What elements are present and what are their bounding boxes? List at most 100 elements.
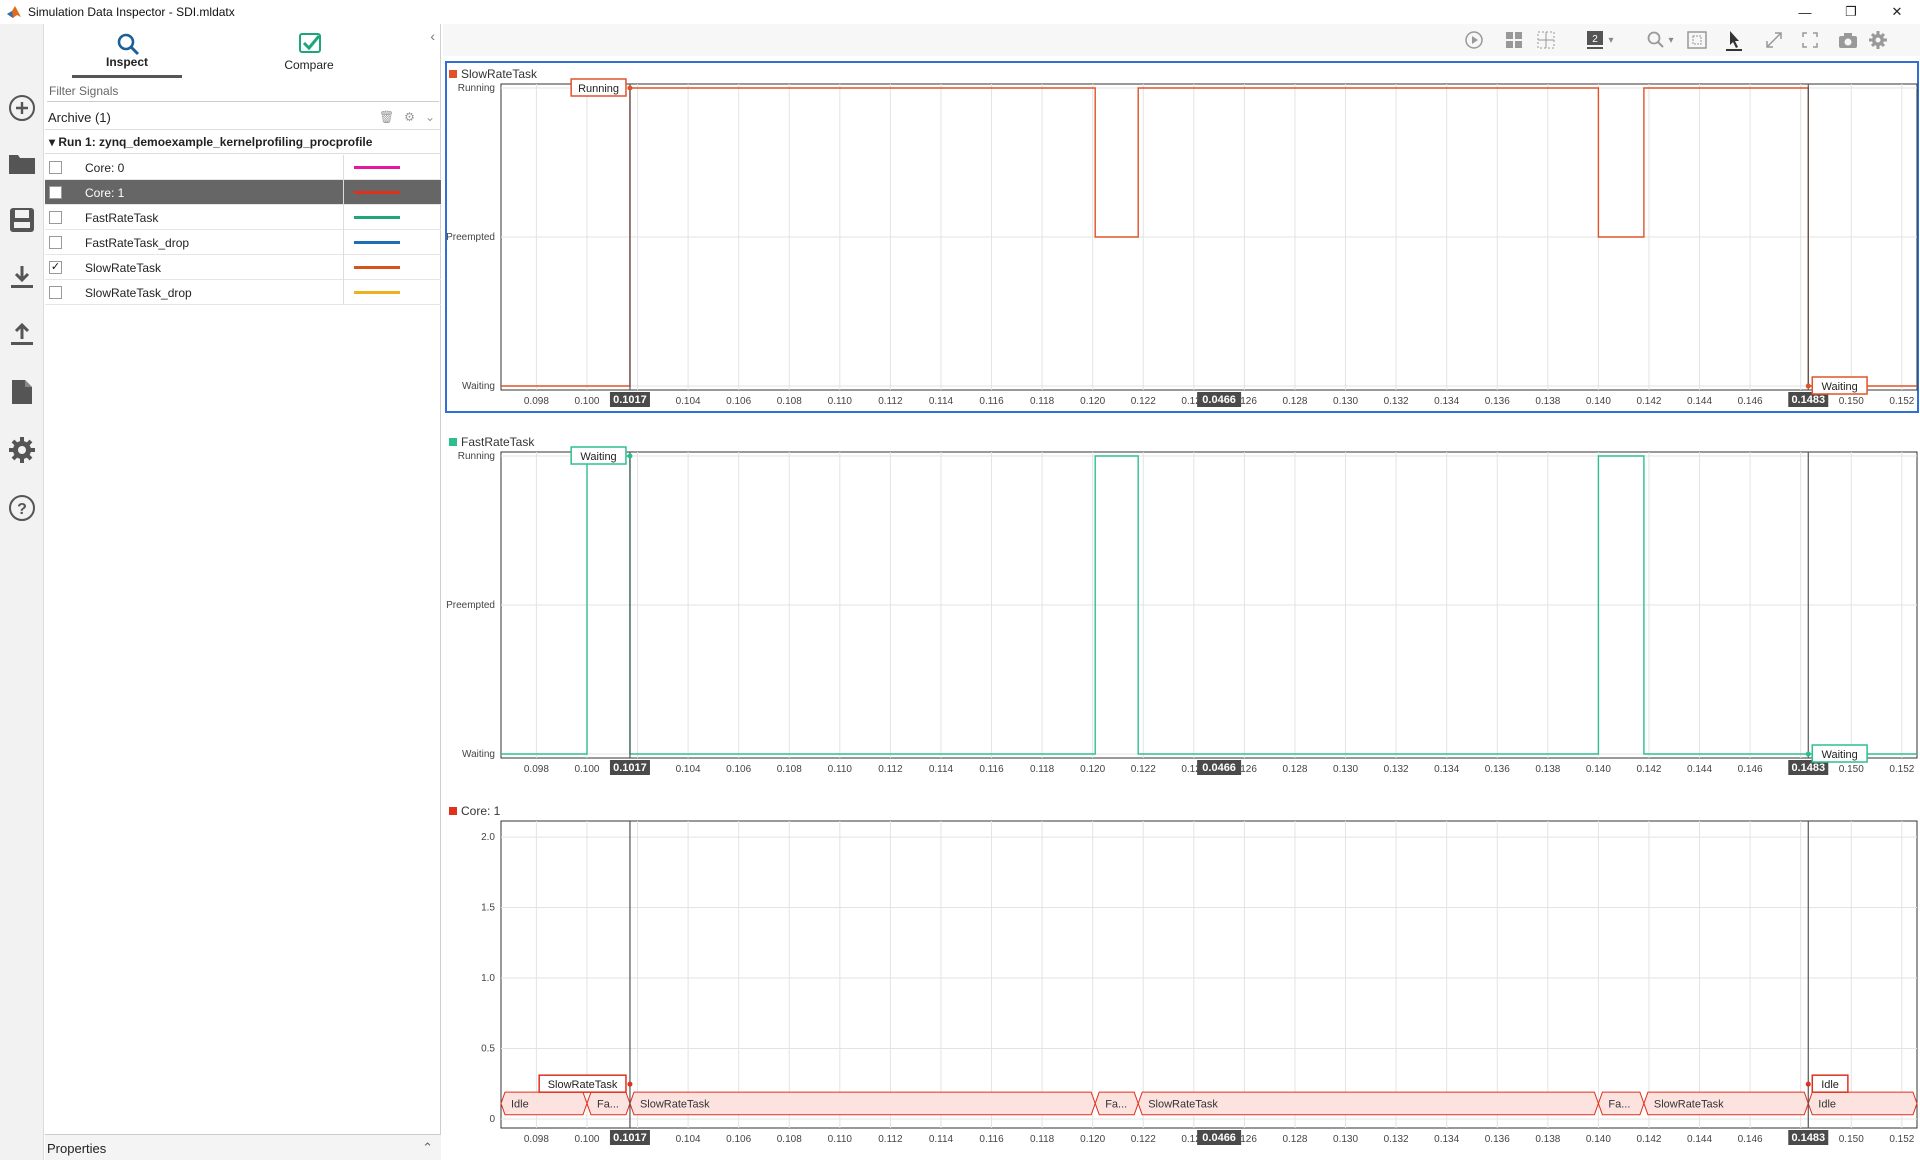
close-button[interactable]: ✕ <box>1874 0 1920 24</box>
x-tick-label: 0.118 <box>1030 396 1055 407</box>
x-tick-label: 0.134 <box>1434 764 1459 775</box>
signal-row[interactable]: Core: 1 <box>45 180 441 205</box>
x-tick-label: 0.138 <box>1535 396 1560 407</box>
x-tick-label: 0.118 <box>1030 764 1055 775</box>
chevron-down-icon[interactable]: ⌄ <box>425 110 435 124</box>
line-style-swatch[interactable] <box>354 191 400 194</box>
open-folder-icon[interactable] <box>6 148 38 180</box>
x-tick-label: 0.120 <box>1080 1134 1105 1145</box>
x-tick-label: 0.146 <box>1738 396 1763 407</box>
x-tick-label: 0.138 <box>1535 764 1560 775</box>
export-icon[interactable] <box>6 318 38 350</box>
y-tick-label: Waiting <box>462 381 495 392</box>
cursor-pointer-icon[interactable] <box>1723 30 1745 51</box>
line-style-swatch[interactable] <box>354 216 400 219</box>
chevron-down-icon[interactable]: ▾ <box>1665 30 1677 50</box>
x-tick-label: 0.098 <box>524 396 549 407</box>
svg-text:2: 2 <box>1592 34 1598 45</box>
cursor-marker <box>1805 1081 1811 1087</box>
line-style-swatch[interactable] <box>354 241 400 244</box>
signal-row[interactable]: Core: 0 <box>45 155 441 180</box>
x-tick-label: 0.114 <box>929 764 954 775</box>
expand-triangle-icon[interactable]: ▾ <box>49 135 55 149</box>
tab-inspect[interactable]: Inspect <box>72 28 182 78</box>
settings-gear-icon[interactable] <box>1867 30 1889 50</box>
signal-checkbox[interactable] <box>49 286 62 299</box>
chevron-up-icon[interactable]: ⌃ <box>422 1140 433 1156</box>
legend-swatch <box>449 438 457 446</box>
x-tick-label: 0.110 <box>828 1134 853 1145</box>
x-tick-label: 0.116 <box>979 1134 1004 1145</box>
x-tick-label: 0.100 <box>574 396 599 407</box>
restore-button[interactable]: ❐ <box>1828 0 1874 24</box>
x-tick-label: 0.112 <box>878 396 903 407</box>
signal-name: FastRateTask_drop <box>85 236 190 250</box>
import-icon[interactable] <box>6 261 38 293</box>
cursor-marker <box>627 453 633 459</box>
minimize-button[interactable]: — <box>1782 0 1828 24</box>
collapse-panel-icon[interactable]: ‹ <box>430 28 435 44</box>
signal-checkbox[interactable] <box>49 186 62 199</box>
signal-checkbox[interactable]: ✓ <box>49 261 62 274</box>
plot-title: SlowRateTask <box>461 67 538 81</box>
camera-icon[interactable] <box>1837 30 1859 50</box>
layout-grid-icon[interactable] <box>1503 30 1525 50</box>
x-tick-label: 0.140 <box>1586 1134 1611 1145</box>
plot-title: FastRateTask <box>461 435 535 449</box>
report-icon[interactable] <box>6 376 38 408</box>
signal-row[interactable]: ✓ SlowRateTask <box>45 255 441 280</box>
expand-icon[interactable] <box>1763 30 1785 50</box>
properties-panel-header[interactable]: Properties ⌃ <box>45 1134 441 1160</box>
trash-icon[interactable]: 🗑 <box>379 110 394 124</box>
x-tick-label: 0.130 <box>1333 396 1358 407</box>
stacked-plot-icon[interactable]: 2 <box>1585 30 1607 50</box>
signal-row[interactable]: SlowRateTask_drop <box>45 280 441 305</box>
chevron-down-icon[interactable]: ▾ <box>1605 30 1617 50</box>
x-tick-label: 0.130 <box>1333 1134 1358 1145</box>
save-icon[interactable] <box>6 204 38 236</box>
cursor-value-label: Waiting <box>1822 749 1858 761</box>
line-style-swatch[interactable] <box>354 166 400 169</box>
signal-checkbox[interactable] <box>49 236 62 249</box>
column-divider <box>343 205 344 230</box>
cursor-marker <box>627 85 633 91</box>
signal-checkbox[interactable] <box>49 161 62 174</box>
x-tick-label: 0.108 <box>777 764 802 775</box>
fullscreen-icon[interactable] <box>1799 30 1821 50</box>
x-tick-label: 0.114 <box>929 396 954 407</box>
properties-label: Properties <box>47 1141 107 1156</box>
zoom-icon[interactable] <box>1645 30 1667 50</box>
run-row[interactable]: ▾ Run 1: zynq_demoexample_kernelprofilin… <box>45 130 441 154</box>
column-divider <box>343 155 344 180</box>
x-tick-label: 0.108 <box>777 396 802 407</box>
archive-settings-icon[interactable]: ⚙ <box>404 110 415 124</box>
cursor-delta-text: 0.0466 <box>1202 394 1236 406</box>
archive-header[interactable]: Archive (1) 🗑 ⚙ ⌄ <box>45 104 441 130</box>
cursor-value-text: 0.1483 <box>1791 1132 1825 1144</box>
subplot-layout-icon[interactable] <box>1535 30 1557 50</box>
new-icon[interactable] <box>6 92 38 124</box>
settings-gear-icon[interactable] <box>6 434 38 466</box>
state-segment-label: Fa... <box>597 1098 619 1110</box>
cursor-value-label: Idle <box>1821 1079 1839 1091</box>
y-tick-label: Running <box>458 83 495 94</box>
plot-toolbar: 2 ▾ ▾ <box>443 24 1920 56</box>
run-label: Run 1: zynq_demoexample_kernelprofiling_… <box>58 135 373 149</box>
tab-compare[interactable]: Compare <box>254 28 364 78</box>
line-style-swatch[interactable] <box>354 266 400 269</box>
signal-row[interactable]: FastRateTask_drop <box>45 230 441 255</box>
signal-row[interactable]: FastRateTask <box>45 205 441 230</box>
x-tick-label: 0.110 <box>828 396 853 407</box>
x-tick-label: 0.128 <box>1282 1134 1307 1145</box>
signal-checkbox[interactable] <box>49 211 62 224</box>
replay-icon[interactable] <box>1463 30 1485 50</box>
cursor-value-text: 0.1017 <box>613 762 647 774</box>
x-tick-label: 0.106 <box>726 396 751 407</box>
cursor-delta-text: 0.0466 <box>1202 1132 1236 1144</box>
x-tick-label: 0.152 <box>1889 764 1914 775</box>
filter-signals-input[interactable]: Filter Signals <box>47 80 439 102</box>
x-tick-label: 0.120 <box>1080 396 1105 407</box>
fit-to-view-icon[interactable] <box>1686 30 1708 50</box>
line-style-swatch[interactable] <box>354 291 400 294</box>
help-icon[interactable]: ? <box>6 492 38 524</box>
